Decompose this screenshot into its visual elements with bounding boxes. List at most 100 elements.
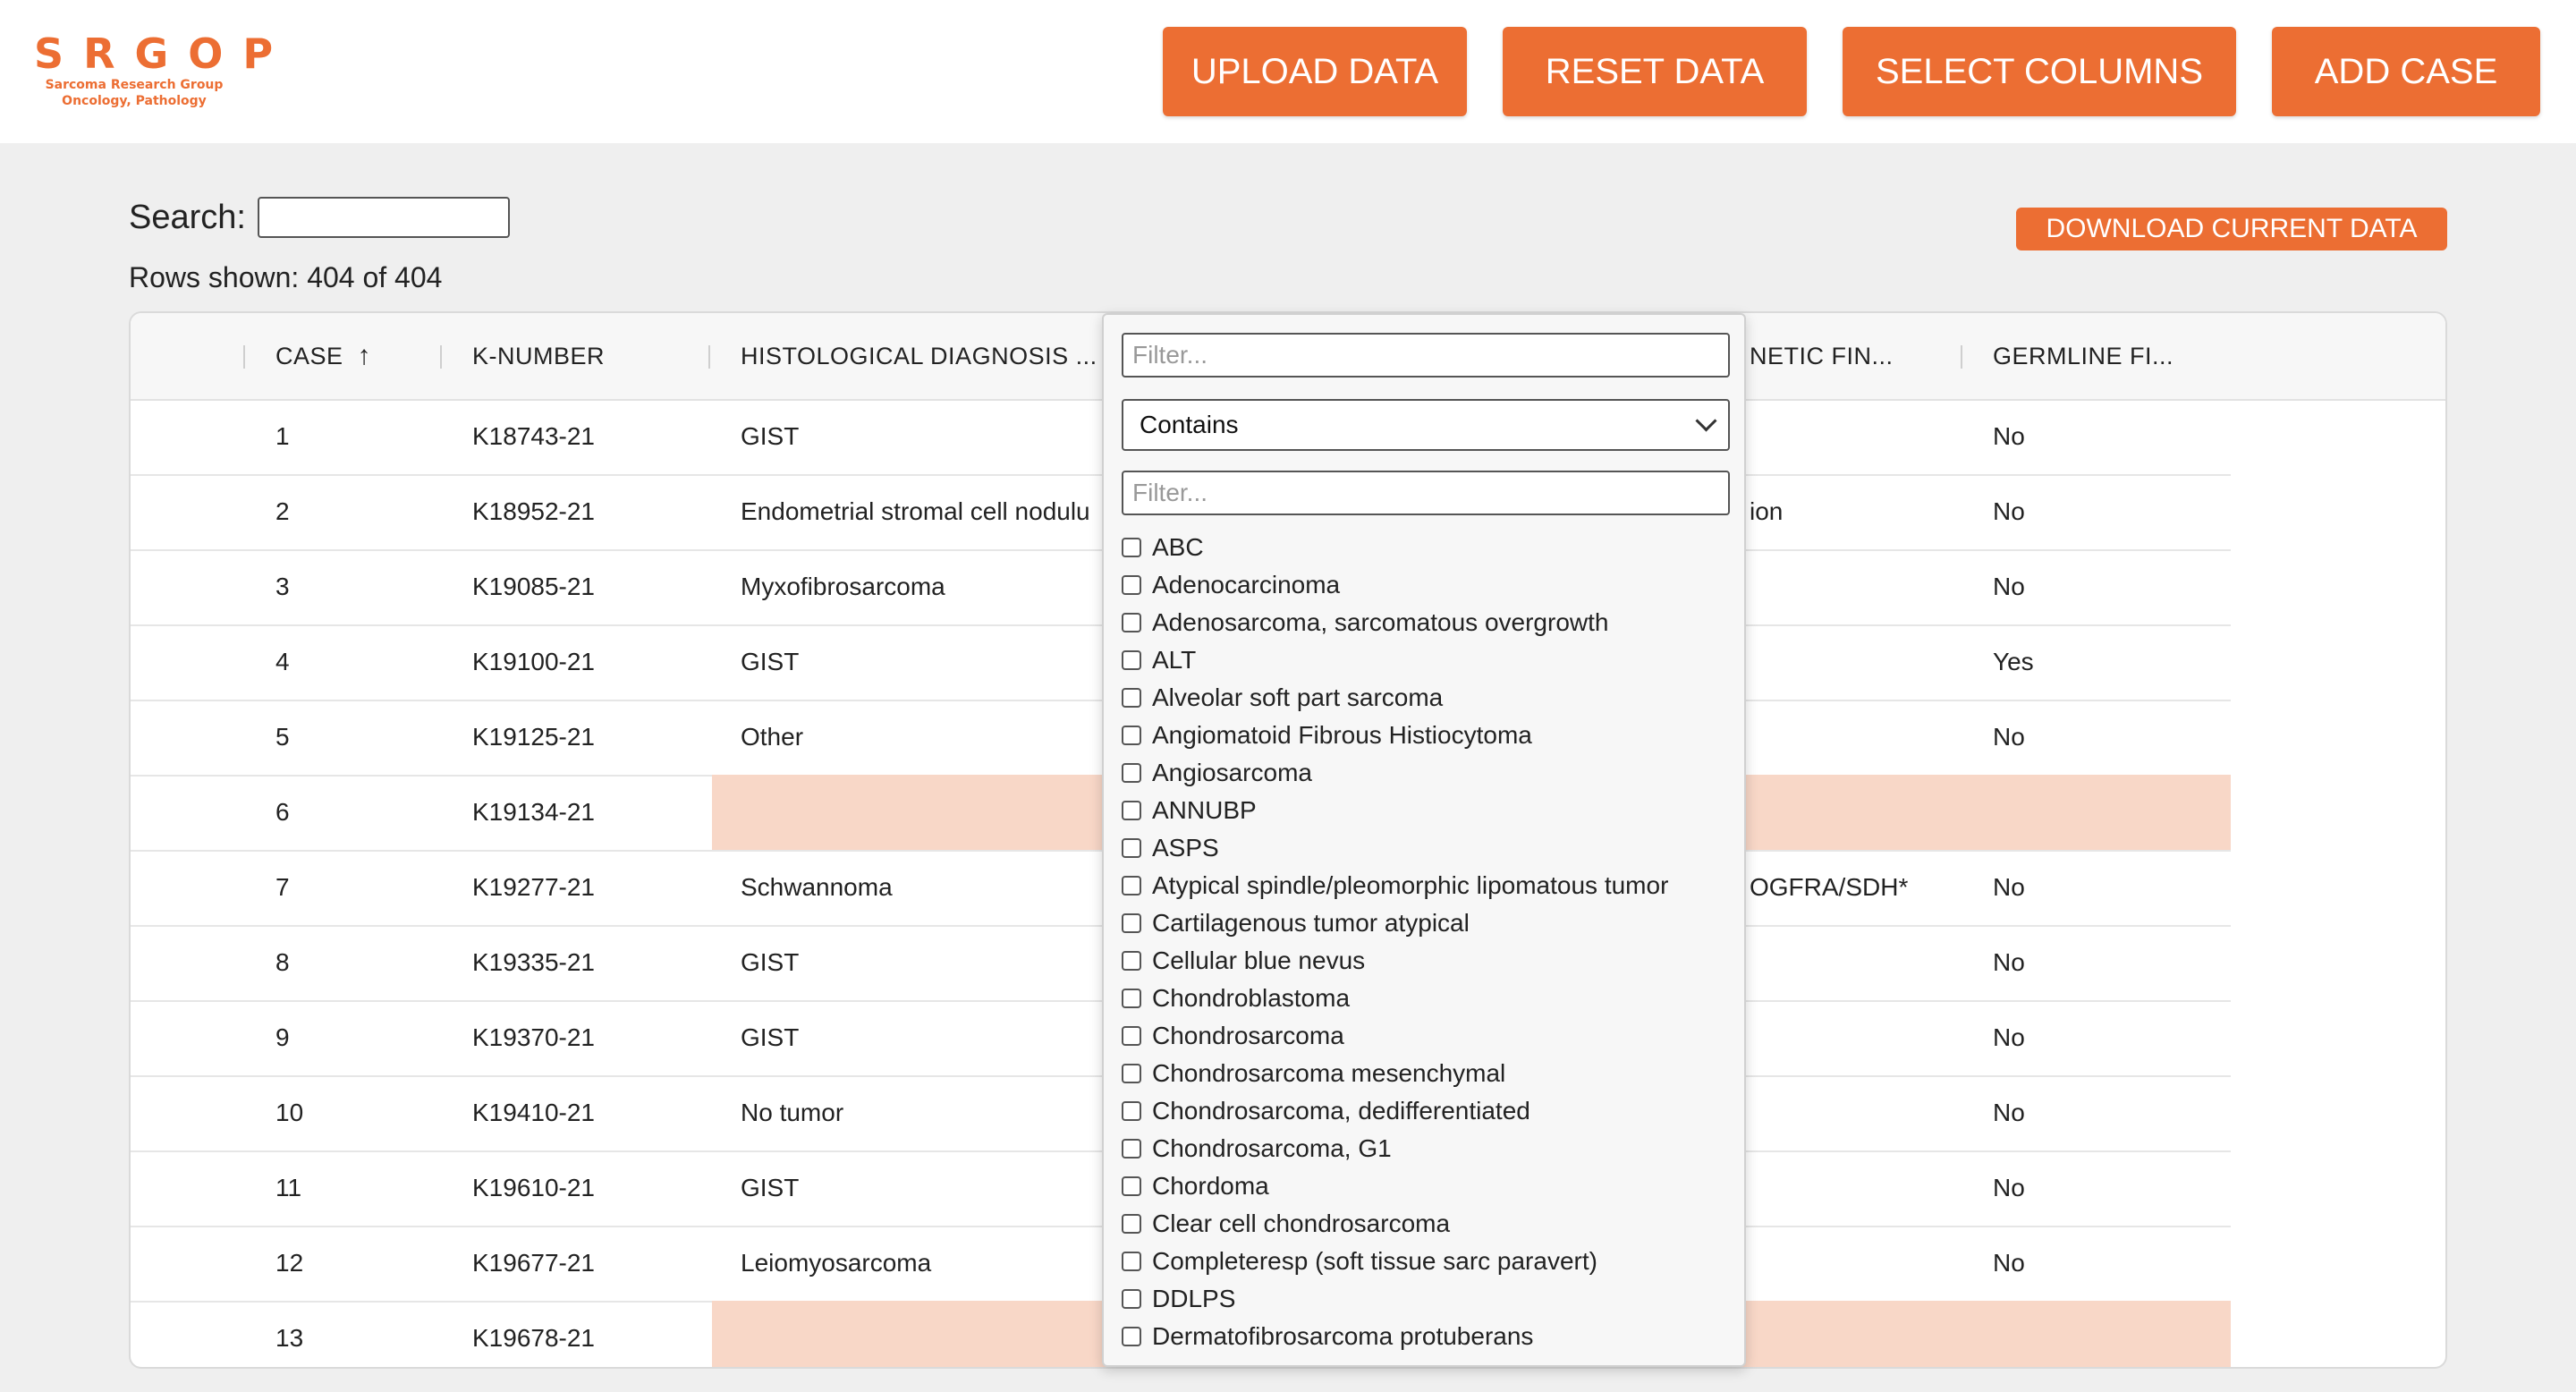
option-checkbox[interactable] bbox=[1122, 538, 1141, 557]
filter-option[interactable]: Clear cell chondrosarcoma bbox=[1122, 1205, 1450, 1243]
search-input[interactable] bbox=[258, 197, 510, 238]
option-checkbox[interactable] bbox=[1122, 876, 1141, 895]
filter-option[interactable]: Chondrosarcoma mesenchymal bbox=[1122, 1055, 1505, 1092]
option-checkbox[interactable] bbox=[1122, 726, 1141, 745]
cell-k-number[interactable]: K19370-21 bbox=[472, 1000, 595, 1075]
column-resize-handle[interactable] bbox=[440, 345, 442, 369]
option-checkbox[interactable] bbox=[1122, 838, 1141, 858]
option-checkbox[interactable] bbox=[1122, 763, 1141, 783]
cell-case[interactable]: 12 bbox=[275, 1226, 303, 1301]
cell-case[interactable]: 2 bbox=[275, 474, 290, 549]
filter-option[interactable]: ANNUBP bbox=[1122, 792, 1257, 829]
column-resize-handle[interactable] bbox=[243, 345, 245, 369]
value-filter-input[interactable]: Filter... bbox=[1122, 471, 1730, 515]
cell-germline-findings[interactable]: No bbox=[1993, 1075, 2025, 1150]
filter-option[interactable]: Chondrosarcoma bbox=[1122, 1017, 1344, 1055]
filter-option[interactable]: ABC bbox=[1122, 529, 1204, 566]
option-checkbox[interactable] bbox=[1122, 1252, 1141, 1271]
option-checkbox[interactable] bbox=[1122, 801, 1141, 820]
option-checkbox[interactable] bbox=[1122, 1139, 1141, 1159]
cell-case[interactable]: 13 bbox=[275, 1301, 303, 1367]
cell-germline-findings[interactable]: No bbox=[1993, 925, 2025, 1000]
filter-option[interactable]: Cartilagenous tumor atypical bbox=[1122, 904, 1470, 942]
cell-genetic-findings[interactable]: OGFRA/SDH* bbox=[1750, 850, 1908, 925]
column-header-histological-diagnosis[interactable]: HISTOLOGICAL DIAGNOSIS ... bbox=[741, 313, 1097, 399]
cell-k-number[interactable]: K19277-21 bbox=[472, 850, 595, 925]
upload-data-button[interactable]: UPLOAD DATA bbox=[1163, 27, 1467, 116]
filter-option[interactable]: ASPS bbox=[1122, 829, 1219, 867]
cell-case[interactable]: 8 bbox=[275, 925, 290, 1000]
cell-genetic-findings[interactable]: ion bbox=[1750, 474, 1783, 549]
cell-k-number[interactable]: K18952-21 bbox=[472, 474, 595, 549]
option-checkbox[interactable] bbox=[1122, 1214, 1141, 1234]
cell-germline-findings[interactable]: No bbox=[1993, 1000, 2025, 1075]
srgop-logo[interactable]: SRGOP Sarcoma Research Group Oncology, P… bbox=[34, 30, 273, 109]
column-resize-handle[interactable] bbox=[708, 345, 710, 369]
filter-option[interactable]: Atypical spindle/pleomorphic lipomatous … bbox=[1122, 867, 1668, 904]
column-header-case[interactable]: CASE ↑ bbox=[275, 313, 371, 399]
option-checkbox[interactable] bbox=[1122, 1101, 1141, 1121]
option-checkbox[interactable] bbox=[1122, 688, 1141, 708]
cell-germline-findings[interactable]: Yes bbox=[1993, 624, 2034, 700]
filter-option[interactable]: Alveolar soft part sarcoma bbox=[1122, 679, 1443, 717]
option-checkbox[interactable] bbox=[1122, 1327, 1141, 1346]
filter-option[interactable]: Chondrosarcoma, G1 bbox=[1122, 1130, 1392, 1167]
filter-option[interactable]: Chordoma bbox=[1122, 1167, 1269, 1205]
filter-option[interactable]: Angiomatoid Fibrous Histiocytoma bbox=[1122, 717, 1532, 754]
filter-option[interactable]: Chondroblastoma bbox=[1122, 980, 1350, 1017]
option-checkbox[interactable] bbox=[1122, 951, 1141, 971]
cell-k-number[interactable]: K19677-21 bbox=[472, 1226, 595, 1301]
option-checkbox[interactable] bbox=[1122, 989, 1141, 1008]
cell-k-number[interactable]: K19610-21 bbox=[472, 1150, 595, 1226]
option-checkbox[interactable] bbox=[1122, 613, 1141, 632]
cell-k-number[interactable]: K19134-21 bbox=[472, 775, 595, 850]
cell-case[interactable]: 10 bbox=[275, 1075, 303, 1150]
filter-option[interactable]: Cellular blue nevus bbox=[1122, 942, 1365, 980]
cell-germline-findings[interactable]: No bbox=[1993, 1226, 2025, 1301]
filter-option[interactable]: Adenosarcoma, sarcomatous overgrowth bbox=[1122, 604, 1608, 641]
cell-germline-findings[interactable]: No bbox=[1993, 474, 2025, 549]
cell-k-number[interactable]: K18743-21 bbox=[472, 399, 595, 474]
cell-case[interactable]: 3 bbox=[275, 549, 290, 624]
cell-germline-findings[interactable]: No bbox=[1993, 399, 2025, 474]
cell-k-number[interactable]: K19410-21 bbox=[472, 1075, 595, 1150]
cell-k-number[interactable]: K19125-21 bbox=[472, 700, 595, 775]
cell-case[interactable]: 5 bbox=[275, 700, 290, 775]
filter-option[interactable]: Angiosarcoma bbox=[1122, 754, 1312, 792]
option-checkbox[interactable] bbox=[1122, 913, 1141, 933]
cell-k-number[interactable]: K19100-21 bbox=[472, 624, 595, 700]
cell-k-number[interactable]: K19335-21 bbox=[472, 925, 595, 1000]
cell-case[interactable]: 4 bbox=[275, 624, 290, 700]
filter-option[interactable]: Completeresp (soft tissue sarc paravert) bbox=[1122, 1243, 1597, 1280]
reset-data-button[interactable]: RESET DATA bbox=[1503, 27, 1807, 116]
cell-k-number[interactable]: K19678-21 bbox=[472, 1301, 595, 1367]
filter-option[interactable]: Adenocarcinoma bbox=[1122, 566, 1340, 604]
download-current-data-button[interactable]: DOWNLOAD CURRENT DATA bbox=[2016, 208, 2447, 250]
filter-option[interactable]: DDLPS bbox=[1122, 1280, 1235, 1318]
sort-ascending-icon[interactable]: ↑ bbox=[358, 341, 372, 371]
option-checkbox[interactable] bbox=[1122, 575, 1141, 595]
cell-germline-findings[interactable]: No bbox=[1993, 700, 2025, 775]
cell-germline-findings[interactable]: No bbox=[1993, 549, 2025, 624]
cell-case[interactable]: 11 bbox=[275, 1150, 301, 1226]
cell-k-number[interactable]: K19085-21 bbox=[472, 549, 595, 624]
option-checkbox[interactable] bbox=[1122, 1176, 1141, 1196]
filter-operator-select[interactable]: Contains bbox=[1122, 399, 1730, 451]
column-header-germline-findings[interactable]: GERMLINE FI... bbox=[1993, 313, 2174, 399]
column-header-genetic-findings[interactable]: NETIC FIN... bbox=[1750, 313, 1894, 399]
option-checkbox[interactable] bbox=[1122, 1289, 1141, 1309]
filter-option[interactable]: ALT bbox=[1122, 641, 1196, 679]
option-checkbox[interactable] bbox=[1122, 1064, 1141, 1083]
cell-case[interactable]: 6 bbox=[275, 775, 290, 850]
filter-text-input[interactable]: Filter... bbox=[1122, 333, 1730, 378]
add-case-button[interactable]: ADD CASE bbox=[2272, 27, 2540, 116]
option-checkbox[interactable] bbox=[1122, 650, 1141, 670]
cell-case[interactable]: 7 bbox=[275, 850, 290, 925]
filter-option[interactable]: Chondrosarcoma, dedifferentiated bbox=[1122, 1092, 1530, 1130]
filter-option[interactable]: Dermatofibrosarcoma protuberans bbox=[1122, 1318, 1533, 1355]
cell-case[interactable]: 1 bbox=[275, 399, 290, 474]
column-resize-handle[interactable] bbox=[1961, 345, 1962, 369]
cell-germline-findings[interactable]: No bbox=[1993, 850, 2025, 925]
cell-germline-findings[interactable]: No bbox=[1993, 1150, 2025, 1226]
cell-case[interactable]: 9 bbox=[275, 1000, 290, 1075]
